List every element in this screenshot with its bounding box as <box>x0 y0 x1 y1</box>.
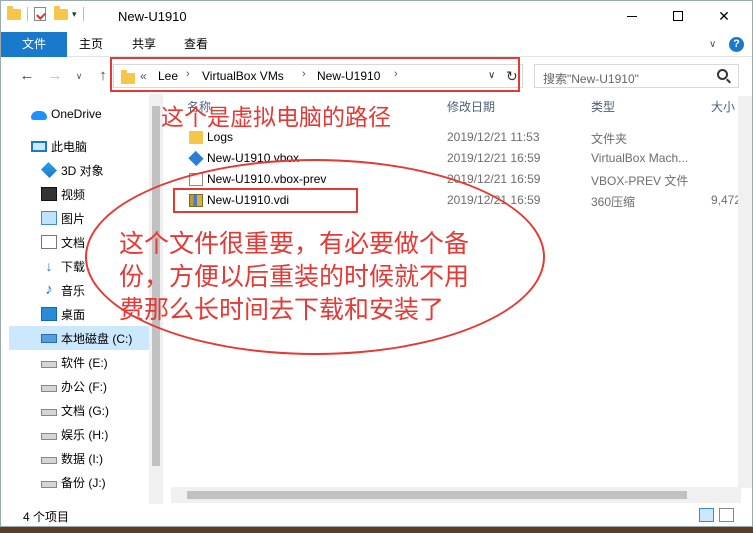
download-icon: ↓ <box>45 258 53 274</box>
3d-objects-icon <box>41 162 57 178</box>
ribbon: 文件 主页 共享 查看 ∨ ? <box>1 32 752 57</box>
file-type: VirtualBox Mach... <box>591 151 689 165</box>
drive-icon <box>41 432 57 440</box>
folder-icon <box>7 5 21 20</box>
sidebar-item-label: 下载 <box>61 259 86 274</box>
details-view-icon[interactable] <box>699 508 714 522</box>
maximize-button[interactable] <box>655 1 701 31</box>
tab-view[interactable]: 查看 <box>173 32 219 57</box>
sidebar-item-drive-j[interactable]: 备份 (J:) <box>41 470 149 494</box>
sidebar-item-onedrive[interactable]: OneDrive <box>31 102 149 126</box>
sidebar-item-label: 视频 <box>61 187 86 202</box>
back-button[interactable]: ← <box>17 66 37 86</box>
sidebar-item-drive-i[interactable]: 数据 (I:) <box>41 446 149 470</box>
search-input[interactable]: 搜索"New-U1910" <box>534 64 739 88</box>
status-bar: 4 个项目 <box>1 504 752 526</box>
sidebar-item-label: 办公 (F:) <box>61 379 107 394</box>
properties-icon[interactable] <box>34 7 46 21</box>
sidebar-item-drive-e[interactable]: 软件 (E:) <box>41 350 149 374</box>
file-list-vertical-scrollbar[interactable] <box>738 96 752 488</box>
folder-icon <box>189 131 203 144</box>
column-header-size[interactable]: 大小 <box>711 98 735 115</box>
file-date: 2019/12/21 16:59 <box>447 151 541 165</box>
music-icon: ♪ <box>45 281 53 298</box>
documents-icon <box>41 235 57 249</box>
file-annotation-line: 份，方便以后重装的时候就不用 <box>119 262 470 291</box>
video-icon <box>41 187 57 201</box>
title-bar: ▾ New-U1910 ✕ <box>1 1 752 32</box>
search-icon <box>717 69 728 80</box>
file-type: VBOX-PREV 文件 <box>591 174 689 188</box>
file-annotation: 这个文件很重要，有必要做个备 份，方便以后重装的时候就不用 费那么长时间去下载和… <box>119 227 469 326</box>
sidebar-item-drive-c[interactable]: 本地磁盘 (C:) <box>9 326 149 350</box>
tab-file[interactable]: 文件 <box>1 32 67 57</box>
column-header-date[interactable]: 修改日期 <box>447 98 495 115</box>
customize-toolbar-dropdown[interactable]: ▾ <box>72 9 77 20</box>
tab-share[interactable]: 共享 <box>121 32 167 57</box>
drive-icon <box>41 384 57 392</box>
system-drive-icon <box>41 333 57 343</box>
file-name: Logs <box>207 130 234 144</box>
path-annotation: 这个是虚拟电脑的路径 <box>161 105 391 131</box>
maximize-icon <box>673 11 683 21</box>
sidebar-item-3d-objects[interactable]: 3D 对象 <box>41 158 149 182</box>
item-count: 4 个项目 <box>23 510 70 524</box>
explorer-window: ▾ New-U1910 ✕ 文件 主页 共享 查看 ∨ ? ← → ∨ ↑ « … <box>0 0 753 527</box>
file-date: 2019/12/21 11:53 <box>447 130 540 144</box>
large-icons-view-icon[interactable] <box>719 508 734 522</box>
divider <box>82 7 84 21</box>
desktop-background <box>0 527 753 533</box>
sidebar-item-label: 软件 (E:) <box>61 355 108 370</box>
forward-button[interactable]: → <box>45 66 65 86</box>
drive-icon <box>41 408 57 416</box>
path-highlight-box <box>110 57 520 92</box>
drive-icon <box>41 360 57 368</box>
computer-icon <box>31 140 47 152</box>
sidebar-item-label: 备份 (J:) <box>61 475 106 490</box>
sidebar-item-label: 数据 (I:) <box>61 451 103 466</box>
virtualbox-icon <box>188 150 204 167</box>
sidebar-item-label: 3D 对象 <box>61 163 104 178</box>
file-list-horizontal-scrollbar[interactable] <box>171 487 741 503</box>
sidebar-item-label: 本地磁盘 (C:) <box>61 331 133 346</box>
sidebar-item-label: 图片 <box>61 211 86 226</box>
sidebar-item-label: 此电脑 <box>51 139 88 154</box>
window-title: New-U1910 <box>118 9 187 24</box>
help-icon[interactable]: ? <box>729 37 744 52</box>
drive-icon <box>41 456 57 464</box>
scrollbar-thumb[interactable] <box>187 491 687 499</box>
close-button[interactable]: ✕ <box>701 1 747 31</box>
new-folder-icon[interactable] <box>54 5 68 20</box>
recent-locations-button[interactable]: ∨ <box>69 66 89 86</box>
file-type: 文件夹 <box>591 132 628 146</box>
file-annotation-line: 这个文件很重要，有必要做个备 <box>119 229 470 258</box>
sidebar-item-this-pc[interactable]: 此电脑 <box>31 134 149 158</box>
sidebar-item-label: 文档 <box>61 235 86 250</box>
minimize-icon <box>627 15 637 17</box>
quick-access-toolbar: ▾ <box>7 5 86 21</box>
expand-ribbon-chevron-icon[interactable]: ∨ <box>709 39 716 50</box>
file-annotation-line: 费那么长时间去下载和安装了 <box>119 295 445 324</box>
sidebar-item-label: OneDrive <box>51 107 102 121</box>
divider <box>27 7 28 21</box>
column-header-type[interactable]: 类型 <box>591 98 615 115</box>
cloud-icon <box>31 111 47 120</box>
desktop-icon <box>41 307 57 321</box>
sidebar-item-label: 桌面 <box>61 307 86 322</box>
sidebar-item-label: 音乐 <box>61 283 86 298</box>
sidebar-item-label: 娱乐 (H:) <box>61 427 109 442</box>
sidebar-item-drive-f[interactable]: 办公 (F:) <box>41 374 149 398</box>
sidebar-item-drive-g[interactable]: 文档 (G:) <box>41 398 149 422</box>
sidebar-item-label: 文档 (G:) <box>61 403 109 418</box>
pictures-icon <box>41 211 57 225</box>
search-placeholder: 搜索"New-U1910" <box>543 72 639 86</box>
minimize-button[interactable] <box>609 1 655 31</box>
sidebar-item-drive-h[interactable]: 娱乐 (H:) <box>41 422 149 446</box>
file-type: 360压缩 <box>591 195 636 209</box>
drive-icon <box>41 480 57 488</box>
tab-home[interactable]: 主页 <box>69 32 113 57</box>
